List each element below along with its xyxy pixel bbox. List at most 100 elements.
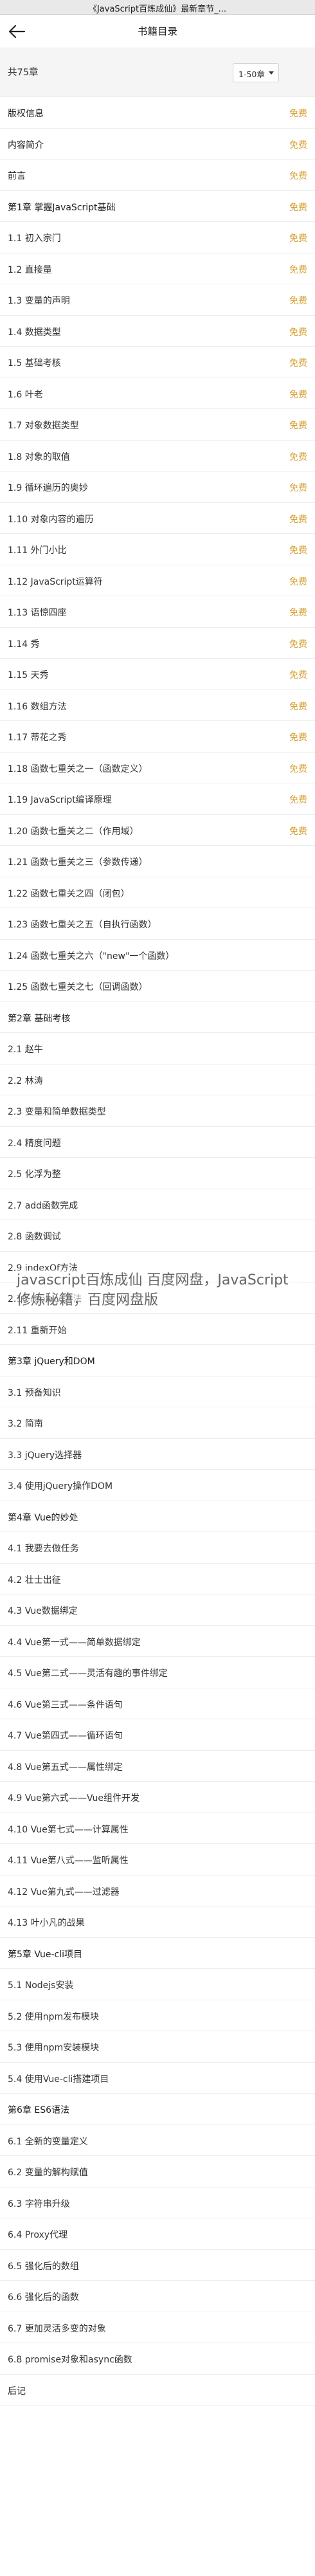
arrow-left-icon [8, 24, 26, 39]
free-badge: 免费 [289, 421, 307, 431]
chapter-row[interactable]: 3.4 使用jQuery操作DOM [0, 1470, 315, 1501]
chapter-row[interactable]: 2.9 indexOf方法 [0, 1252, 315, 1283]
chapter-row[interactable]: 5.2 使用npm发布模块 [0, 2000, 315, 2031]
chapter-row[interactable]: 4.11 Vue第八式——监听属性 [0, 1844, 315, 1876]
chapter-row[interactable]: 1.4 数据类型 免费 [0, 316, 315, 347]
chapter-row[interactable]: 2.5 化浮为整 [0, 1158, 315, 1189]
chapter-row[interactable]: 6.6 强化后的函数 [0, 2281, 315, 2312]
chapter-row[interactable]: 1.14 秀 免费 [0, 628, 315, 659]
chapter-row[interactable]: 1.23 函数七重关之五（自执行函数） [0, 908, 315, 940]
chapter-row[interactable]: 1.9 循环遍历的奥妙 免费 [0, 471, 315, 503]
back-button[interactable] [8, 23, 27, 41]
chapter-row[interactable]: 5.3 使用npm安装模块 [0, 2031, 315, 2063]
chapter-row[interactable]: 2.1 赵牛 [0, 1033, 315, 1064]
chapter-title: 第3章 jQuery和DOM [8, 1357, 95, 1367]
chapter-row[interactable]: 4.2 壮士出征 [0, 1564, 315, 1594]
chapter-row[interactable]: 1.2 直接量 免费 [0, 253, 315, 284]
chapter-row[interactable]: 1.19 JavaScript编译原理 免费 [0, 783, 315, 815]
chapter-row[interactable]: 4.10 Vue第七式——计算属性 [0, 1813, 315, 1844]
chapter-row[interactable]: 1.7 对象数据类型 免费 [0, 409, 315, 441]
chapter-title: 1.19 JavaScript编译原理 [8, 795, 112, 805]
free-badge: 免费 [289, 545, 307, 556]
chapter-row[interactable]: 2.7 add函数完成 [0, 1189, 315, 1220]
chapter-row[interactable]: 2.10 replace方法 [0, 1283, 315, 1314]
chapter-row[interactable]: 4.9 Vue第六式——Vue组件开发 [0, 1782, 315, 1813]
chapter-row[interactable]: 3.1 预备知识 [0, 1376, 315, 1407]
chapter-row[interactable]: 版权信息 免费 [0, 97, 315, 129]
chapter-row[interactable]: 1.16 数组方法 免费 [0, 690, 315, 721]
chapter-row[interactable]: 第1章 掌握JavaScript基础 免费 [0, 191, 315, 222]
chapter-row[interactable]: 4.12 Vue第九式——过滤器 [0, 1876, 315, 1906]
chapter-row[interactable]: 第3章 jQuery和DOM [0, 1345, 315, 1376]
chapter-row[interactable]: 6.4 Proxy代理 [0, 2218, 315, 2250]
chapter-row[interactable]: 3.3 jQuery选择器 [0, 1439, 315, 1470]
chapter-row[interactable]: 1.15 天秀 免费 [0, 659, 315, 690]
chapter-row[interactable]: 1.10 对象内容的遍历 免费 [0, 503, 315, 534]
chapter-row[interactable]: 4.4 Vue第一式——简单数据绑定 [0, 1626, 315, 1657]
chapter-row[interactable]: 6.1 全新的变量定义 [0, 2125, 315, 2156]
chapter-title: 6.7 更加灵活多变的对象 [8, 2323, 106, 2334]
chapter-row[interactable]: 1.13 语惊四座 免费 [0, 596, 315, 628]
chapter-row[interactable]: 5.1 Nodejs安装 [0, 1969, 315, 2000]
chapter-title: 2.10 replace方法 [8, 1294, 82, 1304]
chapter-row[interactable]: 1.5 基础考核 免费 [0, 347, 315, 378]
chapter-title: 1.6 叶老 [8, 389, 43, 400]
chapter-row[interactable]: 1.12 JavaScript运算符 免费 [0, 565, 315, 596]
chapter-title: 1.2 直接量 [8, 264, 52, 275]
chapter-row[interactable]: 1.22 函数七重关之四（闭包） [0, 877, 315, 908]
chapter-row[interactable]: 第6章 ES6语法 [0, 2094, 315, 2125]
chapter-row[interactable]: 1.8 对象的取值 免费 [0, 441, 315, 471]
chapter-title: 2.2 林涛 [8, 1075, 43, 1086]
chapter-row[interactable]: 6.5 强化后的数组 [0, 2250, 315, 2281]
chapter-row[interactable]: 6.2 变量的解构赋值 [0, 2156, 315, 2188]
chapter-row[interactable]: 第4章 Vue的妙处 [0, 1501, 315, 1532]
chapter-row[interactable]: 第2章 基础考核 [0, 1002, 315, 1033]
chapter-row[interactable]: 1.3 变量的声明 免费 [0, 284, 315, 316]
free-badge: 免费 [289, 670, 307, 681]
chapter-title: 5.3 使用npm安装模块 [8, 2043, 100, 2053]
chapter-title: 2.3 变量和简单数据类型 [8, 1107, 106, 1117]
chapter-row[interactable]: 1.21 函数七重关之三（参数传递） [0, 846, 315, 877]
free-badge: 免费 [289, 795, 307, 805]
chapter-row[interactable]: 4.5 Vue第二式——灵活有趣的事件绑定 [0, 1657, 315, 1688]
chapter-row[interactable]: 6.3 字符串升级 [0, 2188, 315, 2218]
chapter-row[interactable]: 后记 [0, 2375, 315, 2406]
chapter-title: 4.7 Vue第四式——循环语句 [8, 1731, 123, 1741]
chapter-row[interactable]: 4.8 Vue第五式——属性绑定 [0, 1751, 315, 1782]
chapter-row[interactable]: 4.6 Vue第三式——条件语句 [0, 1688, 315, 1719]
chapter-row[interactable]: 4.13 叶小凡的战果 [0, 1906, 315, 1938]
chapter-row[interactable]: 1.17 蒂花之秀 免费 [0, 721, 315, 753]
chapter-row[interactable]: 1.24 函数七重关之六（"new"一个函数） [0, 940, 315, 971]
chapter-row[interactable]: 2.2 林涛 [0, 1064, 315, 1095]
chapter-row[interactable]: 2.11 重新开始 [0, 1314, 315, 1345]
chapter-row[interactable]: 4.3 Vue数据绑定 [0, 1594, 315, 1626]
chapter-row[interactable]: 2.4 精度问题 [0, 1127, 315, 1158]
chapter-range-select[interactable]: 1-50章 [233, 63, 279, 82]
chapter-title: 2.11 重新开始 [8, 1325, 67, 1336]
chapter-row[interactable]: 内容简介 免费 [0, 129, 315, 160]
chapter-title: 5.2 使用npm发布模块 [8, 2011, 100, 2022]
chapter-title: 1.20 函数七重关之二（作用域） [8, 826, 139, 837]
free-badge: 免费 [289, 608, 307, 618]
chapter-row[interactable]: 1.20 函数七重关之二（作用域） 免费 [0, 815, 315, 846]
chapter-row[interactable]: 1.18 函数七重关之一（函数定义） 免费 [0, 753, 315, 783]
chapter-title: 后记 [8, 2386, 26, 2397]
chapter-title: 4.11 Vue第八式——监听属性 [8, 1856, 129, 1866]
chapter-row[interactable]: 1.6 叶老 免费 [0, 378, 315, 409]
chapter-row[interactable]: 1.11 外门小比 免费 [0, 534, 315, 565]
chapter-row[interactable]: 6.7 更加灵活多变的对象 [0, 2312, 315, 2343]
chapter-row[interactable]: 1.1 初入宗门 免费 [0, 222, 315, 253]
chapter-row[interactable]: 2.8 函数调试 [0, 1220, 315, 1252]
chapter-row[interactable]: 3.2 简南 [0, 1407, 315, 1439]
chapter-title: 4.8 Vue第五式——属性绑定 [8, 1762, 123, 1773]
chapter-row[interactable]: 5.4 使用Vue-cli搭建项目 [0, 2063, 315, 2094]
free-badge: 免费 [289, 202, 307, 213]
chapter-row[interactable]: 4.7 Vue第四式——循环语句 [0, 1719, 315, 1751]
chapter-title: 1.14 秀 [8, 639, 40, 650]
chapter-row[interactable]: 6.8 promise对象和async函数 [0, 2343, 315, 2375]
chapter-row[interactable]: 1.25 函数七重关之七（回调函数） [0, 971, 315, 1002]
chapter-row[interactable]: 前言 免费 [0, 160, 315, 191]
chapter-row[interactable]: 第5章 Vue-cli项目 [0, 1938, 315, 1969]
chapter-row[interactable]: 2.3 变量和简单数据类型 [0, 1095, 315, 1127]
chapter-row[interactable]: 4.1 我要去做任务 [0, 1532, 315, 1564]
